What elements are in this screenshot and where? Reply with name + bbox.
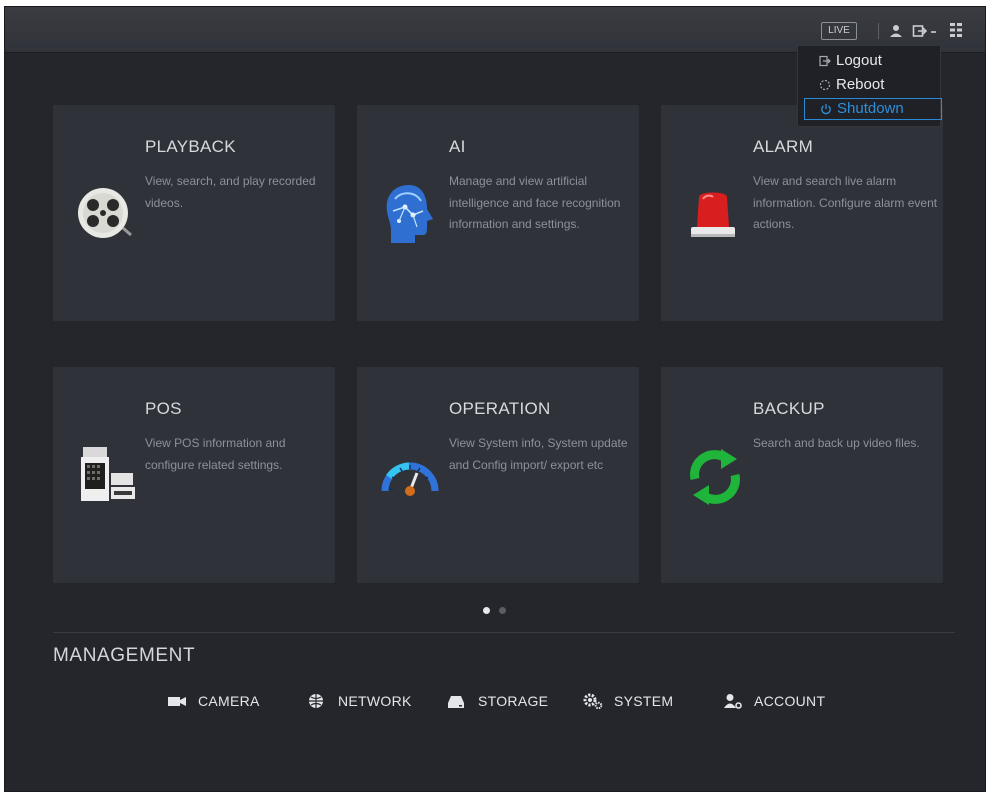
grid-icon[interactable] <box>949 22 963 38</box>
card-title: BACKUP <box>753 399 825 418</box>
card-playback[interactable]: PLAYBACK View, search, and play recorded… <box>53 105 335 321</box>
page-dot-active[interactable] <box>483 607 490 614</box>
refresh-arrows-icon <box>690 449 740 505</box>
management-item-label: ACCOUNT <box>754 693 826 709</box>
main-menu-screen: LIVE PLAYBACK View, search, and play rec… <box>4 6 986 792</box>
card-description: Manage and view artificial intelligence … <box>449 174 621 231</box>
user-icon[interactable] <box>889 23 903 39</box>
management-title: MANAGEMENT <box>53 645 196 666</box>
account-dropdown-menu: Logout Reboot Shutdown <box>797 45 942 127</box>
card-description: View POS information and configure relat… <box>145 436 286 472</box>
pagination-dots <box>483 607 513 615</box>
reboot-icon <box>819 79 831 91</box>
gears-icon <box>583 693 603 709</box>
menu-item-reboot[interactable]: Reboot <box>802 74 938 96</box>
card-backup[interactable]: BACKUP Search and back up video files. <box>661 367 943 583</box>
logout-icon <box>819 55 831 67</box>
film-reel-icon <box>78 188 132 238</box>
card-operation[interactable]: OPERATION View System info, System updat… <box>357 367 639 583</box>
card-description: View System info, System update and Conf… <box>449 436 628 472</box>
live-button[interactable]: LIVE <box>821 22 857 40</box>
card-description: View, search, and play recorded videos. <box>145 174 316 210</box>
management-item-label: CAMERA <box>198 693 260 709</box>
card-title: POS <box>145 399 182 418</box>
menu-item-label: Shutdown <box>837 100 904 117</box>
management-item-label: NETWORK <box>338 693 412 709</box>
card-pos[interactable]: POS View POS information and configure r… <box>53 367 335 583</box>
card-title: PLAYBACK <box>145 137 236 156</box>
pos-terminal-icon <box>81 447 135 501</box>
network-icon <box>309 694 323 708</box>
top-bar-separator <box>878 23 879 39</box>
gauge-icon <box>381 462 439 496</box>
management-divider <box>53 632 955 633</box>
card-description: Search and back up video files. <box>753 436 920 450</box>
management-item-label: STORAGE <box>478 693 549 709</box>
menu-item-shutdown[interactable]: Shutdown <box>804 98 942 120</box>
management-item-label: SYSTEM <box>614 693 674 709</box>
page-dot[interactable] <box>499 607 506 614</box>
power-icon <box>821 104 831 115</box>
menu-item-logout[interactable]: Logout <box>802 50 938 72</box>
menu-item-label: Reboot <box>836 76 885 93</box>
account-icon <box>724 694 742 709</box>
alarm-siren-icon <box>691 192 735 237</box>
card-alarm[interactable]: ALARM View and search live alarm informa… <box>661 105 943 321</box>
card-title: ALARM <box>753 137 814 156</box>
ai-head-icon <box>386 185 433 243</box>
card-description: View and search live alarm information. … <box>753 174 938 231</box>
storage-icon <box>448 696 464 708</box>
card-title: OPERATION <box>449 399 551 418</box>
logout-menu-icon[interactable] <box>912 23 938 39</box>
menu-item-label: Logout <box>836 52 882 69</box>
card-ai[interactable]: AI Manage and view artificial intelligen… <box>357 105 639 321</box>
card-title: AI <box>449 137 466 156</box>
camera-icon <box>168 697 186 706</box>
